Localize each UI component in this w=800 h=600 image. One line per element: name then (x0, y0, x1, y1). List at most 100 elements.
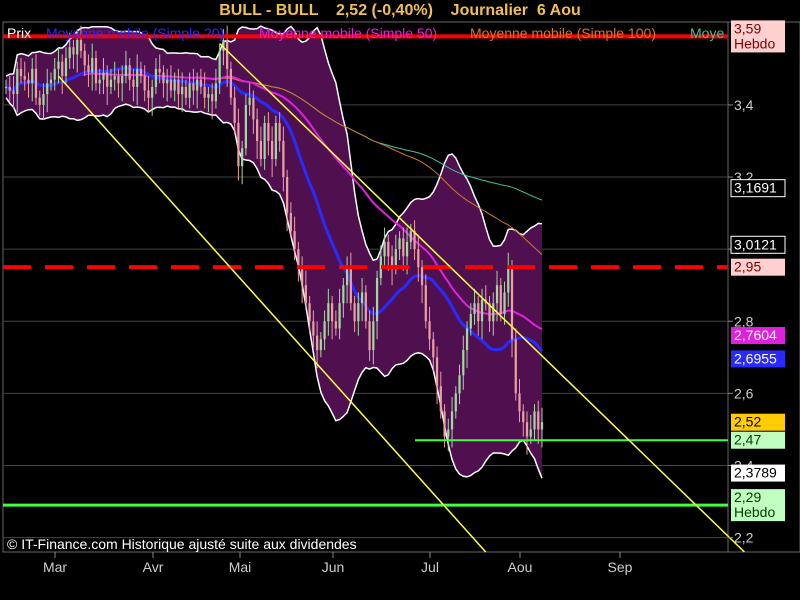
x-axis: Mar Avr Mai Jun Jul Aou Sep (43, 552, 633, 575)
candle-body (424, 285, 427, 322)
candle-body (529, 429, 532, 437)
price-tag: 2,52 (731, 413, 785, 431)
candle-body (319, 339, 322, 351)
candle-body (458, 375, 461, 394)
candle-body (492, 303, 495, 322)
channel-upper-line (219, 43, 745, 553)
candle-body (237, 122, 240, 167)
price-tag: 3,59Hebdo (731, 20, 785, 53)
candle-body (334, 321, 337, 329)
candle-body (166, 79, 169, 84)
candle-body (34, 68, 38, 98)
candle-body (49, 79, 53, 84)
candle-body (499, 285, 502, 315)
candle-body (372, 321, 375, 351)
candle-body (345, 267, 349, 286)
candle-body (375, 277, 379, 322)
candle-body (286, 177, 289, 214)
candle-body (402, 238, 405, 257)
candle-body (136, 68, 139, 87)
price-tag-label: 2,52 (734, 414, 761, 430)
candle-body (462, 350, 465, 376)
candle-body (218, 50, 221, 84)
candle-body (447, 429, 450, 437)
candle-body (387, 241, 390, 257)
x-tick-label: Jun (322, 559, 345, 575)
candle-body (342, 285, 345, 304)
candle-body (222, 40, 225, 51)
candle-body (368, 321, 371, 351)
x-tick-label: Mar (43, 559, 67, 575)
candle-body (300, 267, 304, 286)
candle-body (323, 321, 326, 340)
candle-body (139, 68, 143, 77)
candle-body (143, 76, 146, 91)
x-tick-label: Avr (143, 559, 164, 575)
price-tag: 2,7604 (731, 327, 785, 345)
candle-body (8, 86, 11, 91)
candle-body (177, 79, 180, 95)
chart-canvas: Prix Moyenne mobile (Simple 20) Moyenne … (2, 20, 800, 575)
price-tag-sub: Hebdo (734, 504, 775, 520)
candle-body (522, 411, 525, 423)
candle-body (315, 335, 319, 351)
candle-body (507, 267, 510, 293)
candle-body (109, 79, 113, 87)
candle-body (233, 97, 236, 123)
y-tick-label: 2,6 (734, 385, 754, 401)
candle-body (102, 72, 105, 80)
candle-body (113, 76, 116, 80)
candle-body (454, 393, 457, 412)
candle-body (124, 65, 128, 77)
candle-body (19, 68, 23, 77)
candle-body (244, 104, 248, 149)
candle-body (495, 285, 499, 304)
candle-body (338, 303, 341, 329)
candle-body (117, 76, 120, 84)
price-tag-label: 2,3789 (734, 465, 777, 481)
candle-body (256, 119, 259, 141)
candle-body (42, 94, 45, 105)
candle-body (38, 97, 41, 105)
price-tag: 3,1691 (730, 179, 786, 198)
price-tag-label: 2,6955 (734, 350, 777, 366)
price-tag-label: 2,7604 (734, 327, 777, 343)
y-tick-label: 3,4 (734, 97, 754, 113)
candle-body (274, 122, 277, 160)
legend-sma50: Moyenne mobile (Simple 50) (259, 25, 437, 41)
candle-body (518, 393, 521, 412)
candle-body (259, 140, 262, 160)
price-tag-label: 3,59 (734, 20, 761, 36)
candle-body (278, 122, 281, 141)
candle-body (450, 411, 454, 430)
candle-body (46, 83, 49, 95)
x-tick-label: Aou (508, 559, 533, 575)
legend-sma20: Moyenne mobile (Simple 20) (46, 25, 224, 41)
candle-body (364, 292, 367, 322)
candle-body (76, 40, 79, 55)
candle-body (417, 249, 420, 268)
candle-body (282, 140, 285, 178)
candle-body (64, 58, 68, 77)
candle-body (432, 339, 435, 358)
candle-body (289, 213, 292, 232)
candle-body (514, 339, 517, 394)
candle-body (207, 94, 210, 98)
candle-body (31, 68, 34, 84)
legend: Prix Moyenne mobile (Simple 20) Moyenne … (7, 25, 724, 41)
candle-body (308, 303, 311, 322)
price-tag-label: 2,47 (734, 432, 761, 448)
candle-body (184, 86, 188, 98)
candle-body (173, 79, 176, 91)
candle-body (293, 231, 296, 250)
candle-body (405, 241, 409, 257)
candle-body (226, 40, 229, 69)
candle-body (12, 90, 15, 95)
candle-body (312, 321, 315, 336)
candle-body (27, 79, 30, 84)
candle-body (540, 422, 544, 430)
candle-body (480, 299, 484, 322)
candle-body (147, 90, 150, 98)
candle-body (132, 79, 135, 87)
price-tag: 2,6955 (731, 350, 785, 368)
